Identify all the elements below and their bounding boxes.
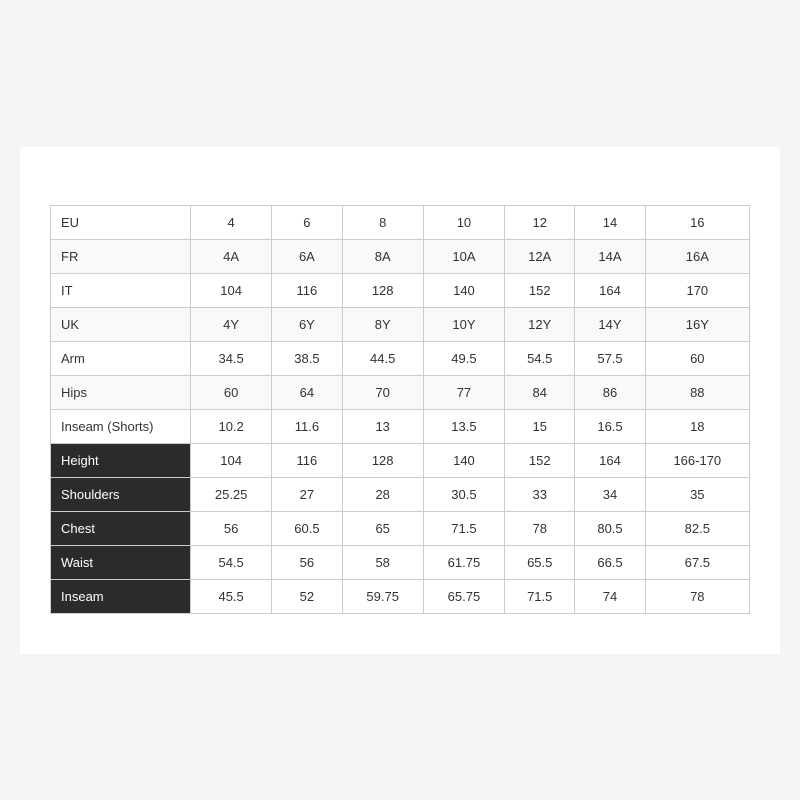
col-header-label: EU	[51, 205, 191, 239]
col-header-10: 10	[423, 205, 504, 239]
dark-cell: 52	[272, 579, 342, 613]
dark-cell: 65.75	[423, 579, 504, 613]
dark-cell: 71.5	[423, 511, 504, 545]
dark-cell: 128	[342, 443, 423, 477]
cell: 70	[342, 375, 423, 409]
col-header-8: 8	[342, 205, 423, 239]
dark-cell: 78	[645, 579, 749, 613]
row-label-fr: FR	[51, 239, 191, 273]
dark-cell: 61.75	[423, 545, 504, 579]
size-table: EU46810121416FR4A6A8A10A12A14A16AIT10411…	[50, 205, 750, 614]
dark-row-label-waist: Waist	[51, 545, 191, 579]
cell: 64	[272, 375, 342, 409]
dark-cell: 56	[272, 545, 342, 579]
cell: 34.5	[191, 341, 272, 375]
cell: 116	[272, 273, 342, 307]
cell: 54.5	[505, 341, 575, 375]
dark-cell: 140	[423, 443, 504, 477]
col-header-16: 16	[645, 205, 749, 239]
dark-cell: 33	[505, 477, 575, 511]
cell: 10.2	[191, 409, 272, 443]
cell: 16Y	[645, 307, 749, 341]
dark-cell: 65	[342, 511, 423, 545]
cell: 60	[191, 375, 272, 409]
dark-cell: 59.75	[342, 579, 423, 613]
dark-cell: 80.5	[575, 511, 645, 545]
cell: 140	[423, 273, 504, 307]
dark-cell: 35	[645, 477, 749, 511]
cell: 13	[342, 409, 423, 443]
cell: 8A	[342, 239, 423, 273]
row-label-arm: Arm	[51, 341, 191, 375]
cell: 6Y	[272, 307, 342, 341]
dark-row-label-shoulders: Shoulders	[51, 477, 191, 511]
dark-cell: 74	[575, 579, 645, 613]
cell: 77	[423, 375, 504, 409]
cell: 11.6	[272, 409, 342, 443]
dark-row-label-height: Height	[51, 443, 191, 477]
dark-cell: 25.25	[191, 477, 272, 511]
cell: 60	[645, 341, 749, 375]
dark-cell: 45.5	[191, 579, 272, 613]
cell: 57.5	[575, 341, 645, 375]
cell: 13.5	[423, 409, 504, 443]
dark-cell: 152	[505, 443, 575, 477]
dark-cell: 164	[575, 443, 645, 477]
dark-cell: 58	[342, 545, 423, 579]
dark-cell: 28	[342, 477, 423, 511]
dark-row-label-inseam: Inseam	[51, 579, 191, 613]
col-header-12: 12	[505, 205, 575, 239]
cell: 170	[645, 273, 749, 307]
cell: 4Y	[191, 307, 272, 341]
dark-cell: 166-170	[645, 443, 749, 477]
cell: 84	[505, 375, 575, 409]
cell: 104	[191, 273, 272, 307]
cell: 152	[505, 273, 575, 307]
dark-cell: 54.5	[191, 545, 272, 579]
cell: 38.5	[272, 341, 342, 375]
cell: 86	[575, 375, 645, 409]
dark-cell: 65.5	[505, 545, 575, 579]
dark-cell: 71.5	[505, 579, 575, 613]
col-header-4: 4	[191, 205, 272, 239]
dark-cell: 34	[575, 477, 645, 511]
cell: 10A	[423, 239, 504, 273]
page-wrapper: EU46810121416FR4A6A8A10A12A14A16AIT10411…	[20, 147, 780, 654]
col-header-6: 6	[272, 205, 342, 239]
cell: 6A	[272, 239, 342, 273]
cell: 18	[645, 409, 749, 443]
cell: 14Y	[575, 307, 645, 341]
cell: 12A	[505, 239, 575, 273]
cell: 16A	[645, 239, 749, 273]
row-label-inseam-(shorts): Inseam (Shorts)	[51, 409, 191, 443]
row-label-it: IT	[51, 273, 191, 307]
dark-cell: 78	[505, 511, 575, 545]
dark-cell: 67.5	[645, 545, 749, 579]
cell: 49.5	[423, 341, 504, 375]
cell: 15	[505, 409, 575, 443]
cell: 128	[342, 273, 423, 307]
cell: 10Y	[423, 307, 504, 341]
cell: 88	[645, 375, 749, 409]
row-label-uk: UK	[51, 307, 191, 341]
dark-cell: 60.5	[272, 511, 342, 545]
dark-cell: 56	[191, 511, 272, 545]
cell: 12Y	[505, 307, 575, 341]
dark-row-label-chest: Chest	[51, 511, 191, 545]
row-label-hips: Hips	[51, 375, 191, 409]
dark-cell: 104	[191, 443, 272, 477]
dark-cell: 66.5	[575, 545, 645, 579]
dark-cell: 30.5	[423, 477, 504, 511]
cell: 16.5	[575, 409, 645, 443]
dark-cell: 116	[272, 443, 342, 477]
cell: 164	[575, 273, 645, 307]
dark-cell: 27	[272, 477, 342, 511]
cell: 44.5	[342, 341, 423, 375]
col-header-14: 14	[575, 205, 645, 239]
cell: 4A	[191, 239, 272, 273]
cell: 14A	[575, 239, 645, 273]
dark-cell: 82.5	[645, 511, 749, 545]
cell: 8Y	[342, 307, 423, 341]
